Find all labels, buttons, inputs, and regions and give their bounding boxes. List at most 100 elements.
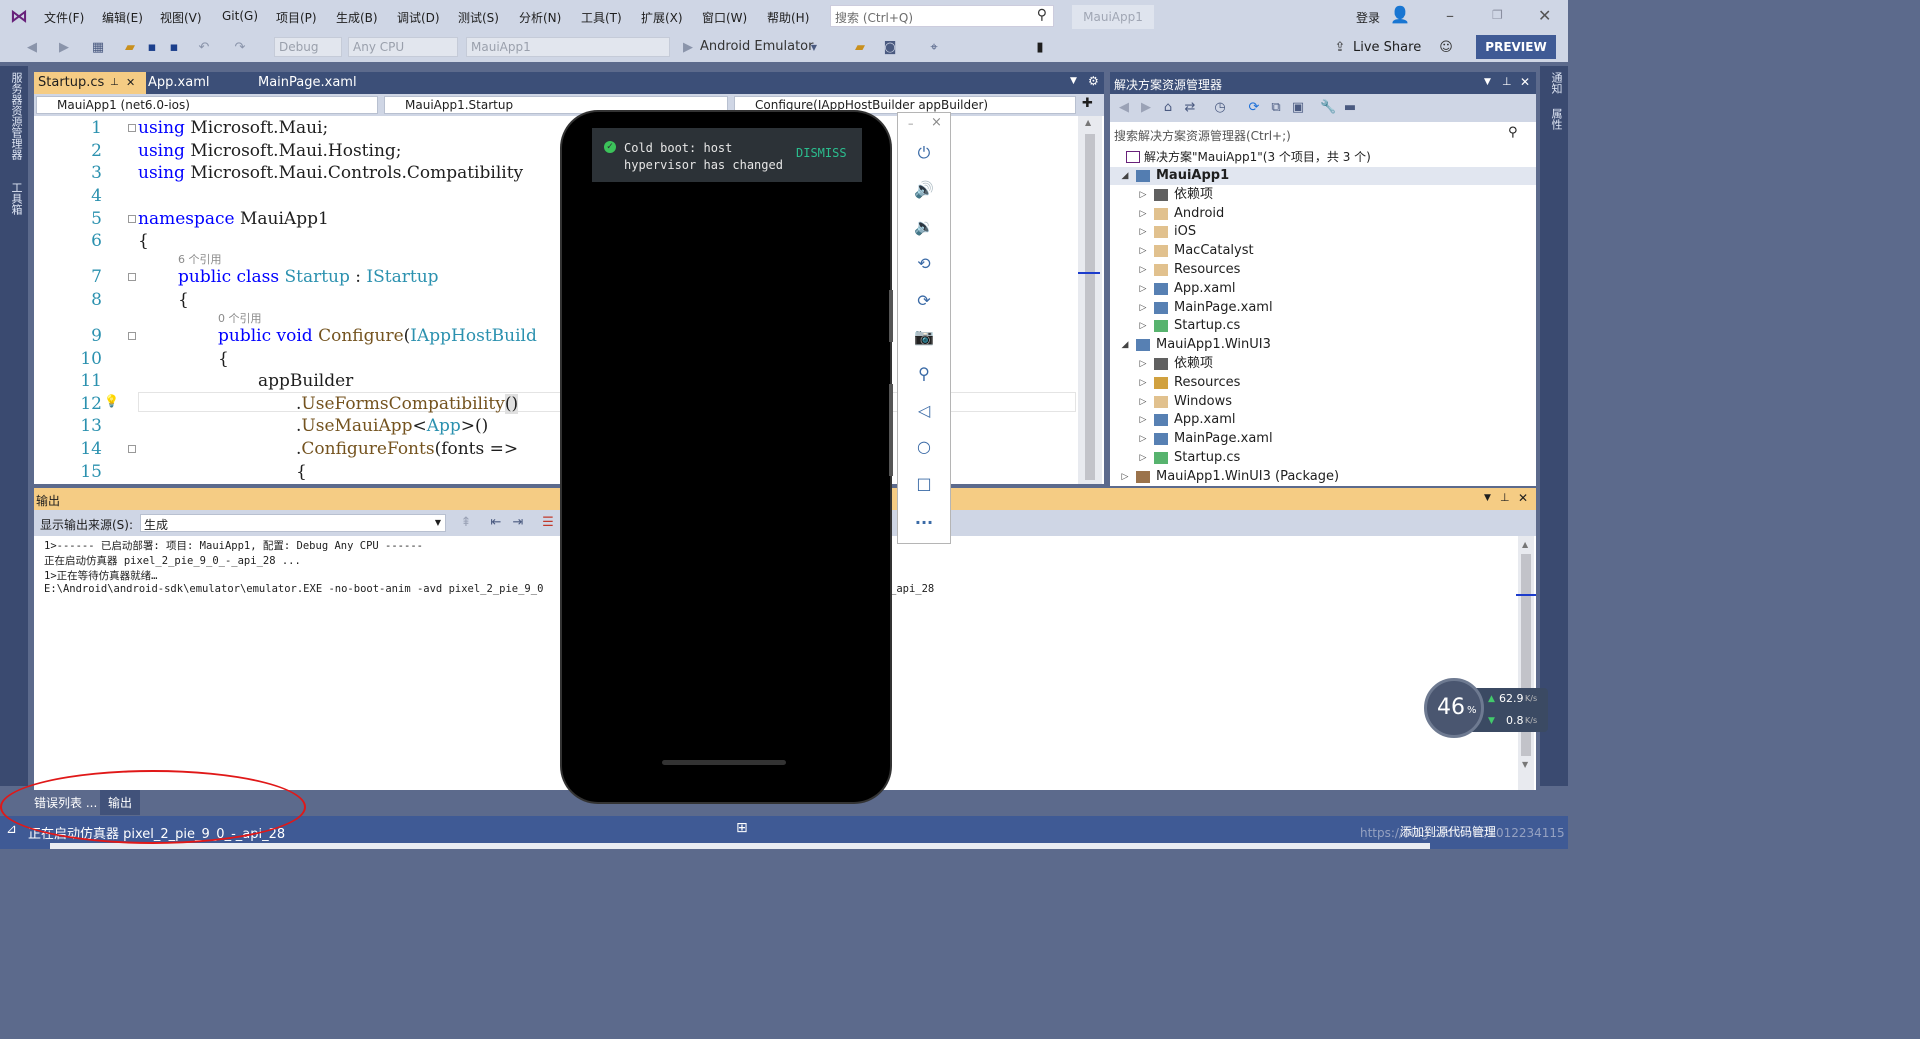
- goto-previous-message-icon[interactable]: ⇞: [458, 515, 474, 531]
- minimize-icon[interactable]: –: [1446, 6, 1454, 25]
- menu-project[interactable]: 项目(P): [276, 9, 317, 26]
- network-speed-widget[interactable]: 46 % ▲ 62.9 K/s ▼ 0.8 K/s: [1424, 678, 1548, 740]
- undo-icon[interactable]: ↶: [196, 40, 212, 56]
- phone-side-button[interactable]: [889, 384, 893, 476]
- lightbulb-icon[interactable]: 💡: [104, 394, 119, 408]
- open-folder-icon[interactable]: ▰: [122, 40, 138, 56]
- properties-wrench-icon[interactable]: 🔧: [1320, 100, 1336, 116]
- home-icon[interactable]: ⌂: [1160, 100, 1176, 116]
- tree-item[interactable]: ▷ MauiApp1.WinUI3 (Package): [1110, 468, 1536, 486]
- scroll-thumb[interactable]: [1085, 134, 1095, 480]
- feedback-icon[interactable]: ☺: [1438, 40, 1454, 56]
- collapsed-arrow-icon[interactable]: ▷: [1138, 223, 1148, 241]
- menu-edit[interactable]: 编辑(E): [102, 9, 143, 26]
- pane-dropdown-icon[interactable]: ▼: [1484, 493, 1491, 503]
- fold-toggle-icon[interactable]: [128, 332, 136, 340]
- tree-item[interactable]: ▷ Resources: [1110, 374, 1536, 392]
- menu-git[interactable]: Git(G): [222, 9, 258, 23]
- account-icon[interactable]: 👤: [1390, 5, 1410, 24]
- find-next-icon[interactable]: ⇥: [510, 515, 526, 531]
- collapsed-arrow-icon[interactable]: ▷: [1138, 430, 1148, 448]
- scroll-up-icon[interactable]: ▲: [1522, 540, 1528, 549]
- menu-file[interactable]: 文件(F): [44, 9, 84, 26]
- live-share-icon[interactable]: ⇪: [1332, 40, 1348, 56]
- output-scrollbar[interactable]: ▲ ▼: [1518, 536, 1534, 790]
- clear-all-icon[interactable]: ☰: [540, 515, 556, 531]
- rotate-right-icon[interactable]: ⟳: [910, 287, 938, 315]
- tree-item[interactable]: ▷ Windows: [1110, 393, 1536, 411]
- collapsed-arrow-icon[interactable]: ▷: [1138, 393, 1148, 411]
- emulator-minimize-icon[interactable]: –: [908, 117, 914, 130]
- emulator-close-icon[interactable]: ×: [931, 115, 942, 130]
- tree-item[interactable]: ▷ Startup.cs: [1110, 317, 1536, 335]
- save-icon[interactable]: ▪: [144, 40, 160, 56]
- switch-views-icon[interactable]: ⇄: [1182, 100, 1198, 116]
- server-explorer-tab[interactable]: 服务器资源管理器: [8, 72, 24, 160]
- preview-selected-icon[interactable]: ▬: [1342, 100, 1358, 116]
- back-icon[interactable]: ◀: [24, 40, 40, 56]
- zoom-icon[interactable]: ⚲: [910, 360, 938, 388]
- notifications-tab[interactable]: 通知: [1548, 72, 1564, 94]
- tree-item[interactable]: ▷ Android: [1110, 205, 1536, 223]
- forward-icon[interactable]: ▶: [56, 40, 72, 56]
- collapsed-arrow-icon[interactable]: ▷: [1138, 242, 1148, 260]
- maximize-icon[interactable]: ❐: [1492, 8, 1503, 22]
- platform-select[interactable]: Any CPU: [348, 37, 458, 57]
- tab-mainpage-xaml[interactable]: MainPage.xaml: [254, 72, 396, 94]
- close-tab-icon[interactable]: ✕: [126, 72, 135, 94]
- redo-icon[interactable]: ↷: [232, 40, 248, 56]
- rotate-left-icon[interactable]: ⟲: [910, 250, 938, 278]
- fold-toggle-icon[interactable]: [128, 273, 136, 281]
- history-icon[interactable]: ◷: [1212, 100, 1228, 116]
- pane-dropdown-icon[interactable]: ▼: [1484, 77, 1491, 87]
- tree-item[interactable]: ▷ MainPage.xaml: [1110, 430, 1536, 448]
- collapsed-arrow-icon[interactable]: ▷: [1138, 411, 1148, 429]
- camera-icon[interactable]: 📷: [910, 323, 938, 351]
- tab-app-xaml[interactable]: App.xaml: [144, 72, 252, 94]
- collapsed-arrow-icon[interactable]: ▷: [1138, 355, 1148, 373]
- menu-help[interactable]: 帮助(H): [767, 9, 809, 26]
- reference-count[interactable]: 6 个引用: [178, 251, 222, 267]
- back-nav-icon[interactable]: ◁: [910, 397, 938, 425]
- editor-scrollbar[interactable]: ▲: [1078, 116, 1102, 484]
- live-share-button[interactable]: Live Share: [1353, 40, 1421, 55]
- collapsed-arrow-icon[interactable]: ▷: [1138, 280, 1148, 298]
- reference-count[interactable]: 0 个引用: [218, 310, 262, 326]
- collapsed-arrow-icon[interactable]: ▷: [1138, 374, 1148, 392]
- menu-test[interactable]: 测试(S): [458, 9, 499, 26]
- tree-item[interactable]: ◢ MauiApp1: [1110, 167, 1536, 185]
- tree-item[interactable]: ▷ 依赖项: [1110, 186, 1536, 204]
- tree-item[interactable]: ▷ iOS: [1110, 223, 1536, 241]
- phone-side-button[interactable]: [889, 290, 893, 342]
- browse-folder-icon[interactable]: ▰: [852, 40, 868, 56]
- fold-toggle-icon[interactable]: [128, 124, 136, 132]
- power-icon[interactable]: ⏻: [910, 139, 938, 167]
- tree-root[interactable]: 解决方案"MauiApp1"(3 个项目，共 3 个): [1110, 148, 1536, 166]
- properties-tab[interactable]: 属性: [1548, 108, 1564, 130]
- collapse-all-icon[interactable]: ⧉: [1268, 100, 1284, 116]
- config-select[interactable]: Debug: [274, 37, 342, 57]
- save-all-icon[interactable]: ▪: [166, 40, 182, 56]
- collapsed-arrow-icon[interactable]: ▷: [1138, 186, 1148, 204]
- fold-toggle-icon[interactable]: [128, 215, 136, 223]
- collapsed-arrow-icon[interactable]: ▷: [1138, 449, 1148, 467]
- expanded-arrow-icon[interactable]: ◢: [1120, 336, 1130, 354]
- tab-startup-cs[interactable]: Startup.cs ⊥ ✕: [34, 72, 146, 94]
- output-source-select[interactable]: 生成 ▼: [140, 514, 446, 532]
- pin-icon[interactable]: ⊥: [1502, 75, 1512, 88]
- tree-item[interactable]: ▷ MacCatalyst: [1110, 242, 1536, 260]
- settings-gear-icon[interactable]: ⚙: [1088, 74, 1099, 88]
- solution-search-input[interactable]: 搜索解决方案资源管理器(Ctrl+;) ⚲: [1110, 122, 1536, 147]
- menu-analyze[interactable]: 分析(N): [519, 9, 561, 26]
- close-pane-icon[interactable]: ✕: [1520, 75, 1530, 89]
- run-icon[interactable]: ▶: [680, 40, 696, 56]
- tree-item[interactable]: ▷ MainPage.xaml: [1110, 299, 1536, 317]
- toolbox-tab[interactable]: 工具箱: [8, 182, 24, 215]
- more-options-icon[interactable]: ...: [910, 505, 938, 533]
- tree-item[interactable]: ▷ Resources: [1110, 261, 1536, 279]
- forward-icon[interactable]: ▶: [1138, 100, 1154, 116]
- search-input[interactable]: 搜索 (Ctrl+Q) ⚲: [830, 5, 1054, 27]
- tree-item[interactable]: ▷ App.xaml: [1110, 411, 1536, 429]
- pin-icon[interactable]: ⊥: [1500, 491, 1510, 504]
- bookmark-icon[interactable]: ▮: [1032, 40, 1048, 56]
